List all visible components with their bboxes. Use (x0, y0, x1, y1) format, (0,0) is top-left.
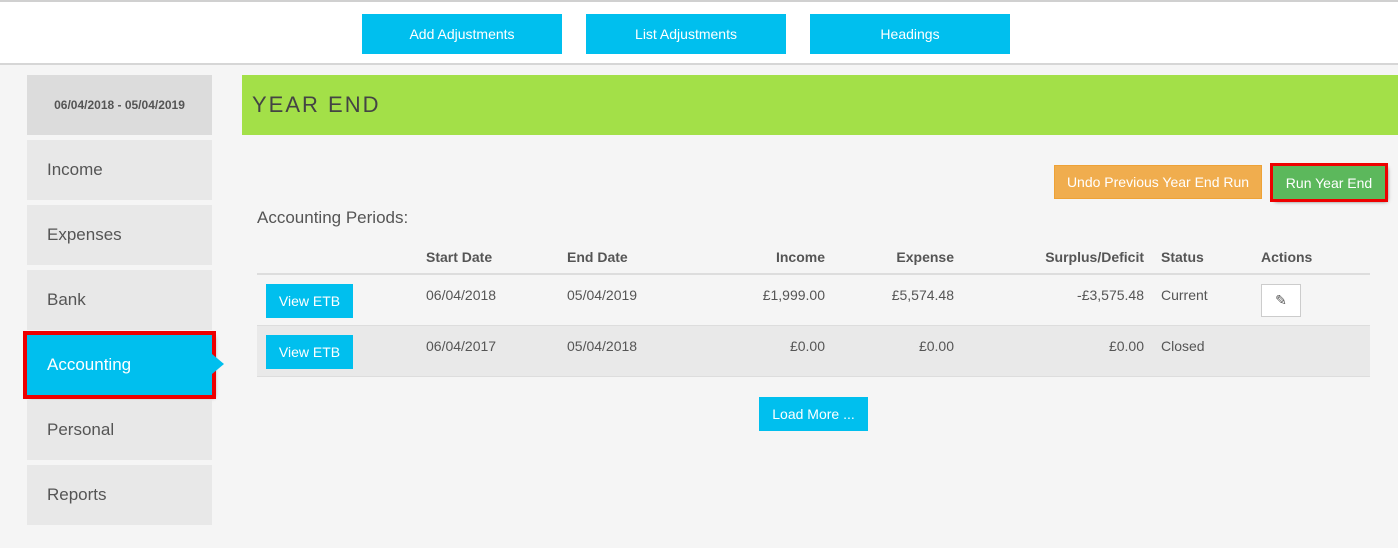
col-end-date: End Date (566, 240, 706, 275)
surplus: -£3,575.48 (970, 274, 1160, 326)
undo-year-end-button[interactable]: Undo Previous Year End Run (1054, 165, 1262, 199)
sidebar-item-bank[interactable]: Bank (27, 270, 212, 330)
view-etb-button[interactable]: View ETB (266, 334, 353, 369)
sidebar-item-income[interactable]: Income (27, 140, 212, 200)
income: £0.00 (706, 325, 841, 377)
pencil-icon: ✎ (1275, 292, 1287, 308)
end-date: 05/04/2019 (566, 274, 706, 326)
col-income: Income (706, 240, 841, 275)
run-year-end-button[interactable]: Run Year End (1270, 163, 1388, 202)
col-blank (257, 240, 425, 275)
table-row: View ETB 06/04/2018 05/04/2019 £1,999.00… (257, 274, 1370, 326)
section-title: Accounting Periods: (257, 208, 409, 227)
table-header: Start Date End Date Income Expense Surpl… (257, 240, 1370, 275)
col-expense: Expense (841, 240, 970, 275)
income: £1,999.00 (706, 274, 841, 326)
sidebar-item-personal[interactable]: Personal (27, 400, 212, 460)
period-label: 06/04/2018 - 05/04/2019 (27, 75, 212, 135)
col-status: Status (1160, 240, 1260, 275)
sidebar-item-expenses[interactable]: Expenses (27, 205, 212, 265)
top-toolbar: Add Adjustments List Adjustments Heading… (0, 0, 1398, 65)
start-date: 06/04/2018 (425, 274, 566, 326)
col-actions: Actions (1260, 240, 1370, 275)
load-more-button[interactable]: Load More ... (759, 397, 868, 431)
col-start-date: Start Date (425, 240, 566, 275)
add-adjustments-button[interactable]: Add Adjustments (362, 14, 562, 54)
active-indicator-arrow (212, 354, 224, 374)
list-adjustments-button[interactable]: List Adjustments (586, 14, 786, 54)
table-row: View ETB 06/04/2017 05/04/2018 £0.00 £0.… (257, 325, 1370, 377)
status: Current (1160, 274, 1260, 326)
sidebar-item-reports[interactable]: Reports (27, 465, 212, 525)
surplus: £0.00 (970, 325, 1160, 377)
status: Closed (1160, 325, 1260, 377)
col-surplus: Surplus/Deficit (970, 240, 1160, 275)
end-date: 05/04/2018 (566, 325, 706, 377)
start-date: 06/04/2017 (425, 325, 566, 377)
expense: £0.00 (841, 325, 970, 377)
view-etb-button[interactable]: View ETB (266, 284, 353, 318)
accounting-periods-table: Start Date End Date Income Expense Surpl… (257, 240, 1370, 377)
edit-button[interactable]: ✎ (1261, 284, 1301, 317)
expense: £5,574.48 (841, 274, 970, 326)
page-title: YEAR END (242, 75, 1398, 135)
sidebar-item-accounting[interactable]: Accounting (23, 331, 216, 399)
headings-button[interactable]: Headings (810, 14, 1010, 54)
